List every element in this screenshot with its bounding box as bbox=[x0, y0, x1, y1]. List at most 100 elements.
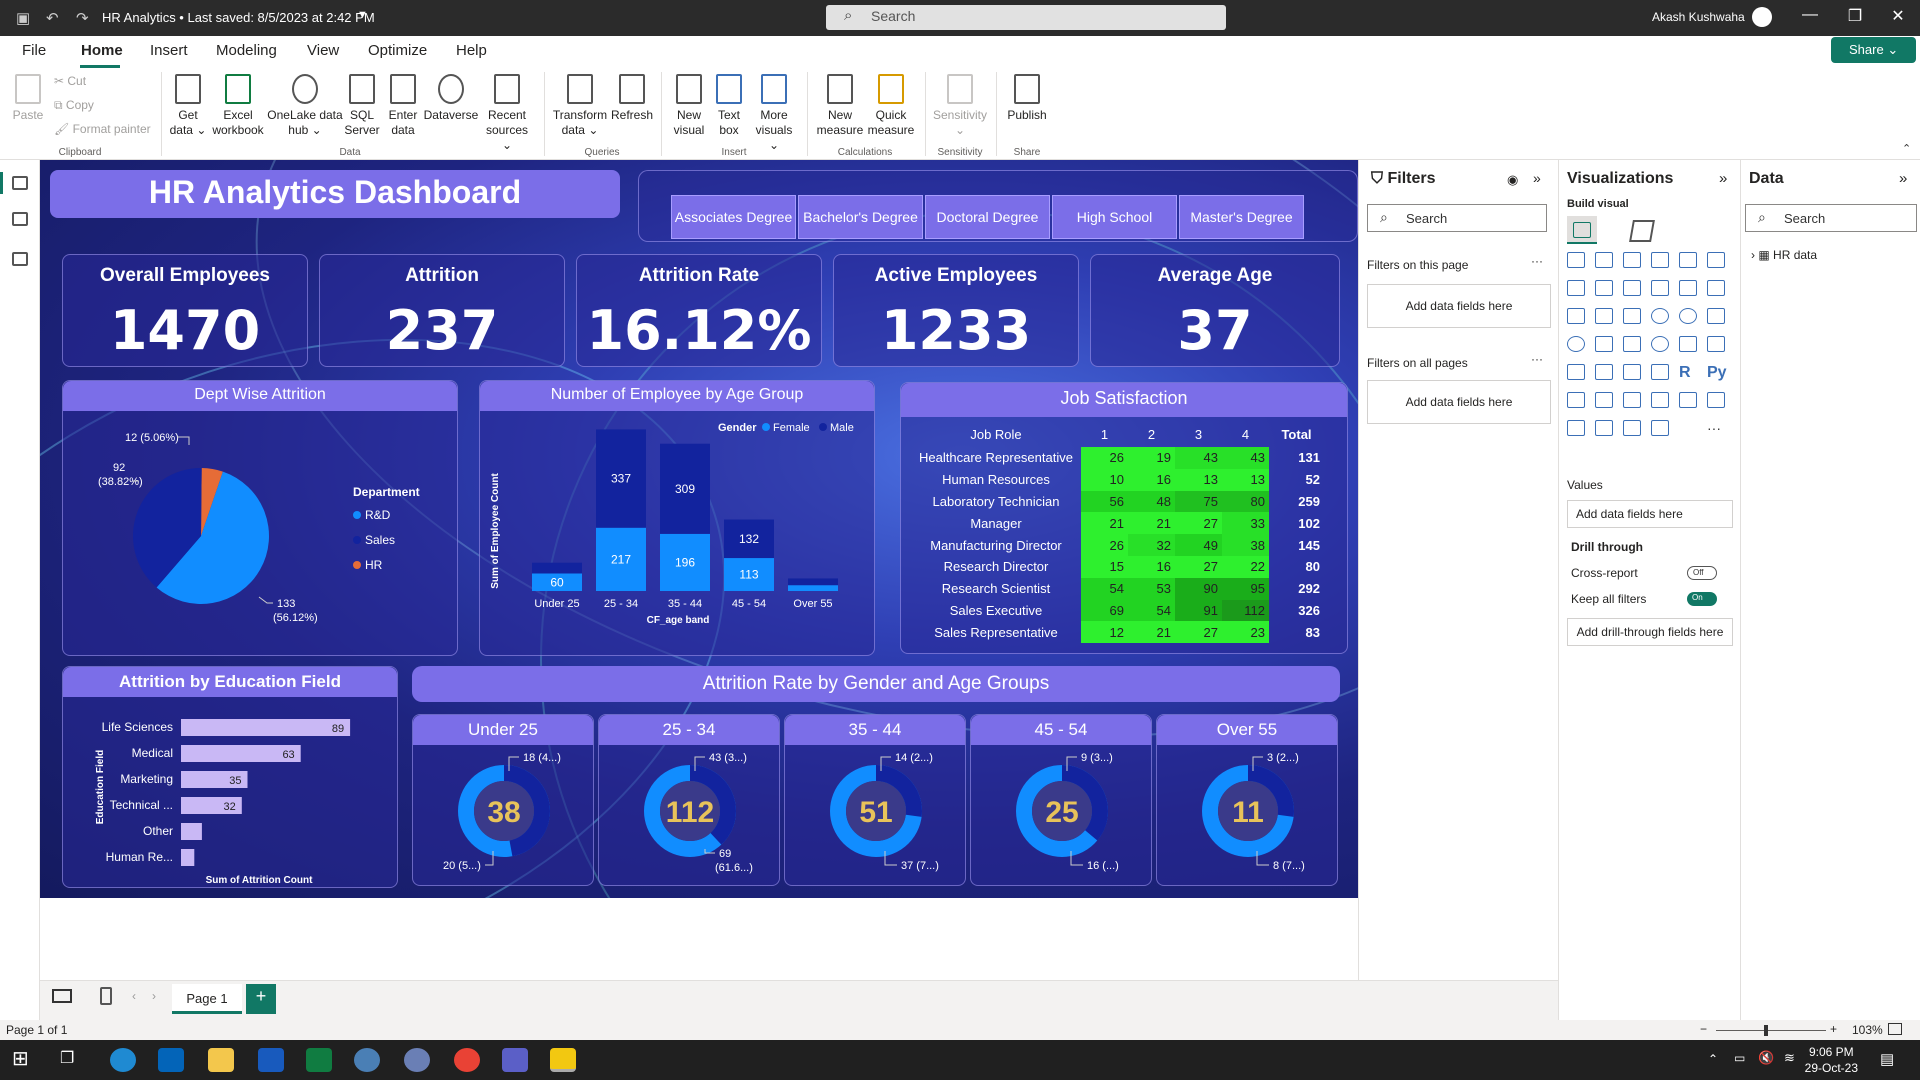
new-measure-button[interactable]: New measure bbox=[814, 74, 866, 138]
matrix-icon[interactable] bbox=[1651, 364, 1669, 380]
collapse-data-icon[interactable]: » bbox=[1899, 170, 1907, 187]
table-header[interactable]: 1 bbox=[1081, 421, 1128, 447]
gender-age-card[interactable]: Over 55 11 3 (2...) 8 (7...) bbox=[1156, 714, 1338, 886]
avatar[interactable] bbox=[1752, 7, 1772, 27]
donut-icon[interactable] bbox=[1679, 308, 1697, 324]
minimize-icon[interactable]: — bbox=[1790, 6, 1830, 24]
dept-attrition-card[interactable]: Dept Wise Attrition 12 (5.06%) 92 (38.82%)… bbox=[62, 380, 458, 656]
model-view-icon[interactable] bbox=[12, 252, 28, 266]
key-influencers-icon[interactable] bbox=[1567, 392, 1585, 408]
table-row[interactable]: Research Scientist 54 53 90 95 292 bbox=[911, 577, 1324, 600]
stacked-column-icon[interactable] bbox=[1595, 252, 1613, 268]
kpi-icon[interactable] bbox=[1567, 364, 1585, 380]
collapse-ribbon-icon[interactable]: ⌃ bbox=[1902, 142, 1911, 155]
decomposition-tree-icon[interactable] bbox=[1595, 392, 1613, 408]
share-button[interactable]: Share ⌄ bbox=[1831, 37, 1916, 63]
redo-icon[interactable]: ↷ bbox=[76, 9, 89, 27]
page-tab[interactable]: Page 1 bbox=[172, 984, 242, 1014]
gauge-icon[interactable] bbox=[1651, 336, 1669, 352]
slicer-doctoral-degree[interactable]: Doctoral Degree bbox=[925, 195, 1050, 239]
table-row[interactable]: Human Resources 10 16 13 13 52 bbox=[911, 468, 1324, 491]
menu-modeling[interactable]: Modeling bbox=[216, 42, 277, 59]
wifi-icon[interactable]: ≋ bbox=[1784, 1050, 1795, 1066]
gender-age-card[interactable]: 35 - 44 51 14 (2...) 37 (7...) bbox=[784, 714, 966, 886]
table-row[interactable]: Manager 21 21 27 33 102 bbox=[911, 512, 1324, 535]
azure-map-icon[interactable] bbox=[1623, 336, 1641, 352]
slicer-high-school[interactable]: High School bbox=[1052, 195, 1177, 239]
gender-age-card[interactable]: 25 - 34 112 43 (3...) 69 (61.6...) bbox=[598, 714, 780, 886]
zoom-in-icon[interactable]: + bbox=[1830, 1022, 1837, 1036]
new-visual-button[interactable]: New visual bbox=[668, 74, 710, 138]
education-field-card[interactable]: Attrition by Education Field Education F… bbox=[62, 666, 398, 888]
data-search-input[interactable]: ⌕ Search bbox=[1745, 204, 1917, 232]
gender-age-card[interactable]: 45 - 54 25 9 (3...) 16 (...) bbox=[970, 714, 1152, 886]
stacked-bar-icon[interactable] bbox=[1567, 252, 1585, 268]
dataverse-button[interactable]: Dataverse bbox=[422, 74, 480, 123]
table-header[interactable]: 2 bbox=[1128, 421, 1175, 447]
clustered-bar-icon[interactable] bbox=[1623, 252, 1641, 268]
notifications-icon[interactable]: ▤ bbox=[1880, 1050, 1894, 1068]
paste-button[interactable]: Paste bbox=[12, 74, 44, 123]
table-header[interactable]: 4 bbox=[1222, 421, 1269, 447]
table-row[interactable]: Sales Representative 12 21 27 23 83 bbox=[911, 621, 1324, 644]
collapse-filters-icon[interactable]: » bbox=[1533, 170, 1541, 186]
table-header[interactable]: Total bbox=[1269, 421, 1324, 447]
qa-icon[interactable] bbox=[1623, 392, 1641, 408]
funnel-icon[interactable] bbox=[1595, 308, 1613, 324]
transform-data-button[interactable]: Transform data ⌄ bbox=[552, 74, 608, 138]
excel-workbook-button[interactable]: Excel workbook bbox=[212, 74, 264, 138]
filters-search-input[interactable]: ⌕ Search bbox=[1367, 204, 1547, 232]
add-page-button[interactable]: + bbox=[246, 984, 276, 1014]
filters-all-dropzone[interactable]: Add data fields here bbox=[1367, 380, 1551, 424]
drill-through-dropzone[interactable]: Add drill-through fields here bbox=[1567, 618, 1733, 646]
undo-icon[interactable]: ↶ bbox=[46, 9, 59, 27]
app-icon[interactable] bbox=[354, 1048, 380, 1072]
enter-data-button[interactable]: Enter data bbox=[384, 74, 422, 138]
format-visual-icon[interactable] bbox=[1629, 220, 1655, 242]
job-satisfaction-card[interactable]: Job Satisfaction Job Role 1 2 3 4 Total Healt… bbox=[900, 382, 1348, 654]
edge-icon[interactable] bbox=[110, 1048, 136, 1072]
table-row[interactable]: Laboratory Technician 56 48 75 80 259 bbox=[911, 490, 1324, 513]
filled-map-icon[interactable] bbox=[1595, 336, 1613, 352]
table-row[interactable]: Manufacturing Director 26 32 49 38 145 bbox=[911, 534, 1324, 556]
quick-measure-button[interactable]: Quick measure bbox=[866, 74, 916, 138]
cross-report-toggle[interactable]: Off bbox=[1687, 566, 1717, 580]
kpi-overall-employees[interactable]: Overall Employees 1470 bbox=[62, 254, 308, 367]
python-visual-icon[interactable]: Py bbox=[1707, 364, 1727, 381]
ribbon-icon[interactable] bbox=[1707, 280, 1725, 296]
global-search-input[interactable]: ⌕ Search bbox=[826, 5, 1226, 30]
excel-icon[interactable] bbox=[306, 1048, 332, 1072]
data-table-hr-data[interactable]: › ▦ HR data bbox=[1751, 248, 1817, 262]
zoom-slider[interactable] bbox=[1716, 1030, 1826, 1031]
title-dropdown-icon[interactable]: ▼ bbox=[357, 9, 368, 21]
paginated-icon[interactable] bbox=[1707, 392, 1725, 408]
chrome-icon[interactable] bbox=[454, 1048, 480, 1072]
line-clustered-icon[interactable] bbox=[1679, 280, 1697, 296]
collapse-viz-icon[interactable]: » bbox=[1719, 170, 1727, 187]
outlook-icon[interactable] bbox=[158, 1048, 184, 1072]
card-icon[interactable] bbox=[1679, 336, 1697, 352]
slicer-bachelors-degree[interactable]: Bachelor's Degree bbox=[798, 195, 923, 239]
keep-filters-toggle[interactable]: On bbox=[1687, 592, 1717, 606]
copy-button[interactable]: ⧉ Copy bbox=[54, 98, 94, 113]
teams-icon[interactable] bbox=[502, 1048, 528, 1072]
table-header[interactable]: 3 bbox=[1175, 421, 1222, 447]
file-explorer-icon[interactable] bbox=[208, 1048, 234, 1072]
more-visuals-button[interactable]: More visuals ⌄ bbox=[750, 74, 798, 153]
get-data-button[interactable]: Get data ⌄ bbox=[168, 74, 208, 138]
zoom-thumb[interactable] bbox=[1764, 1025, 1768, 1036]
slicer-icon[interactable] bbox=[1595, 364, 1613, 380]
diamond-icon[interactable] bbox=[1623, 420, 1641, 436]
power-bi-icon[interactable] bbox=[550, 1048, 576, 1072]
sql-server-button[interactable]: SQL Server bbox=[344, 74, 380, 138]
table-view-icon[interactable] bbox=[12, 212, 28, 226]
fit-page-icon[interactable] bbox=[1888, 1023, 1902, 1035]
word-icon[interactable] bbox=[258, 1048, 284, 1072]
table-row[interactable]: Research Director 15 16 27 22 80 bbox=[911, 555, 1324, 578]
treemap-icon[interactable] bbox=[1707, 308, 1725, 324]
gender-age-card[interactable]: Under 25 38 18 (4...) 20 (5...) bbox=[412, 714, 594, 886]
kpi-attrition-rate[interactable]: Attrition Rate 16.12% bbox=[576, 254, 822, 367]
narrative-icon[interactable] bbox=[1651, 392, 1669, 408]
table-header[interactable]: Job Role bbox=[911, 421, 1081, 447]
menu-view[interactable]: View bbox=[307, 42, 339, 59]
